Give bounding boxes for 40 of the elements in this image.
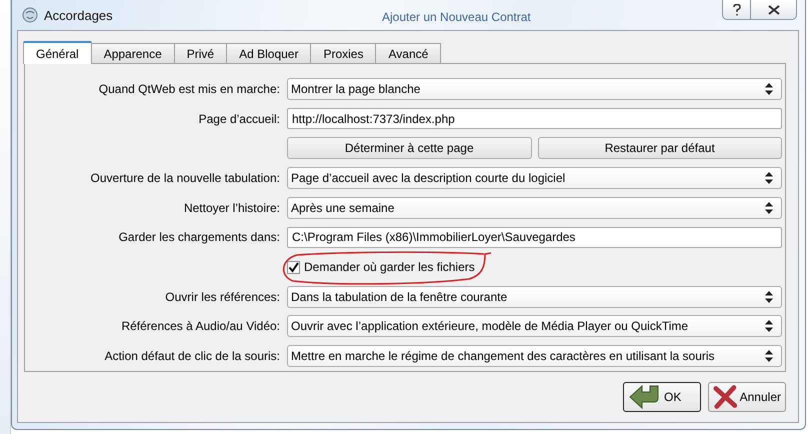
field-label: Nettoyer l’histoire: bbox=[182, 200, 280, 215]
field-label: Ouverture de la nouvelle tabulation: bbox=[90, 170, 280, 185]
tab[interactable]: Général bbox=[23, 41, 92, 64]
tab[interactable]: Apparence bbox=[90, 43, 175, 63]
globe-icon bbox=[22, 7, 38, 23]
help-icon bbox=[732, 4, 740, 16]
field-label: Quand QtWeb est mis en marche: bbox=[98, 82, 280, 96]
dropdown-arrows-icon bbox=[765, 290, 773, 303]
dropdown-arrows-icon bbox=[765, 320, 773, 332]
dropdown[interactable]: Ouvrir avec l’application extérieure, modèle de Média Player ou QuickTime bbox=[287, 315, 782, 338]
field-label: Action défaut de clic de la souris: bbox=[104, 349, 280, 364]
field-label: Références à Audio/au Vidéo: bbox=[120, 319, 280, 334]
dropdown[interactable]: Montrer la page blanche bbox=[287, 78, 782, 100]
dropdown[interactable]: Après une semaine bbox=[287, 196, 782, 219]
close-icon bbox=[768, 4, 780, 14]
input-field[interactable]: http://localhost:7373/index.php bbox=[287, 108, 782, 130]
tab[interactable]: Privé bbox=[174, 43, 228, 63]
dropdown-arrows-icon bbox=[765, 202, 773, 214]
tab[interactable]: Avancé bbox=[375, 43, 442, 63]
field-label: Page d’accueil: bbox=[198, 112, 280, 126]
dropdown[interactable]: Dans la tabulation de la fenêtre courante bbox=[287, 286, 782, 308]
field-label: Garder les chargements dans: bbox=[118, 230, 280, 244]
dropdown-arrows-icon bbox=[765, 350, 773, 362]
background-window-title: Ajouter un Nouveau Contrat bbox=[382, 10, 531, 24]
dropdown-arrows-icon bbox=[765, 82, 773, 95]
dropdown[interactable]: Mettre en marche le régime de changement des caractères en utilisant la souris bbox=[287, 345, 782, 368]
checkbox-label[interactable]: Demander où garder les fichiers bbox=[304, 260, 475, 274]
dropdown[interactable]: Page d’accueil avec la description courte du logiciel bbox=[287, 166, 782, 189]
cross-icon bbox=[713, 384, 738, 410]
push-button[interactable]: Restaurer par défaut bbox=[538, 137, 782, 160]
tab[interactable]: Proxies bbox=[310, 43, 376, 63]
cancel-button[interactable]: Annuler bbox=[708, 382, 786, 412]
push-button[interactable]: Déterminer à cette page bbox=[287, 137, 532, 160]
tab[interactable]: Ad Bloquer bbox=[226, 43, 312, 63]
dropdown-arrows-icon bbox=[765, 172, 773, 184]
input-field[interactable]: C:\Program Files (x86)\ImmobilierLoyer\Sauvegardes bbox=[287, 226, 782, 248]
checkbox[interactable] bbox=[287, 260, 300, 274]
ok-button[interactable]: OK bbox=[623, 382, 701, 412]
field-label: Ouvrir les références: bbox=[164, 290, 280, 304]
window-title: Accordages bbox=[44, 8, 113, 22]
